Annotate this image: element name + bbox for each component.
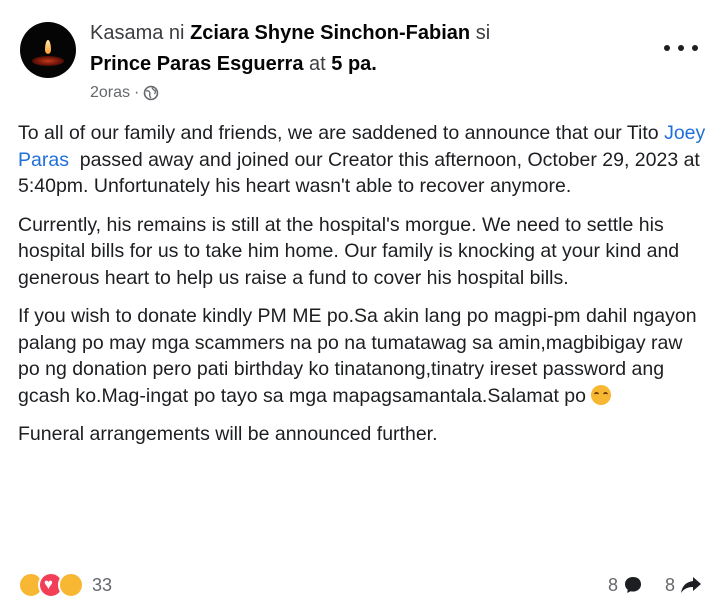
tagged-others-link[interactable]: 5 pa. [331,53,377,75]
candle-flame [45,40,51,54]
globe-icon[interactable] [143,85,159,101]
facebook-post: Kasama ni Zciara Shyne Sinchon-Fabian si… [0,0,720,612]
post-meta: 2oras · [90,84,159,102]
tagged-user-1[interactable]: Zciara Shyne Sinchon-Fabian [190,22,470,44]
more-dot [678,45,684,51]
header-connector-1: si [475,22,491,44]
share-count: 8 [664,574,675,595]
comment-icon [624,577,641,593]
care-reaction-icon [58,572,84,598]
post-body: To all of our family and friends, we are… [18,120,708,460]
relieved-face-emoji-icon [591,384,612,405]
post-paragraph-2: Currently, his remains is still at the h… [18,213,680,289]
meta-separator: · [134,84,140,101]
post-header-line-2: Prince Paras Esguerra at 5 pa. [90,51,377,77]
paragraph-1-text-end: passed away and joined our Creator this … [18,148,706,198]
more-options-icon[interactable] [664,38,698,58]
post-footer: 33 8 8 [18,568,702,602]
comment-count: 8 [607,574,618,595]
header-prefix: Kasama ni [90,22,185,44]
more-dot [692,45,698,51]
post-paragraph-3: If you wish to donate kindly PM ME po.Sa… [18,303,708,409]
share-count-link[interactable]: 8 [665,575,702,596]
post-paragraph-1: To all of our family and friends, we are… [18,120,708,200]
header-connector-2: at [309,53,326,75]
share-icon [681,577,701,593]
post-paragraph-4: Funeral arrangements will be announced f… [18,423,438,445]
candle-glow [32,56,64,66]
comment-count-link[interactable]: 8 [608,575,643,596]
reaction-count: 33 [92,574,113,595]
tagged-user-2[interactable]: Prince Paras Esguerra [90,53,303,75]
paragraph-1-text-start: To all of our family and friends, we are… [18,122,665,144]
reaction-summary[interactable]: 33 [18,572,112,598]
post-timestamp[interactable]: 2oras [90,84,130,102]
more-dot [664,45,670,51]
post-header-line-1: Kasama ni Zciara Shyne Sinchon-Fabian si [90,20,490,46]
profile-avatar[interactable] [20,22,76,78]
